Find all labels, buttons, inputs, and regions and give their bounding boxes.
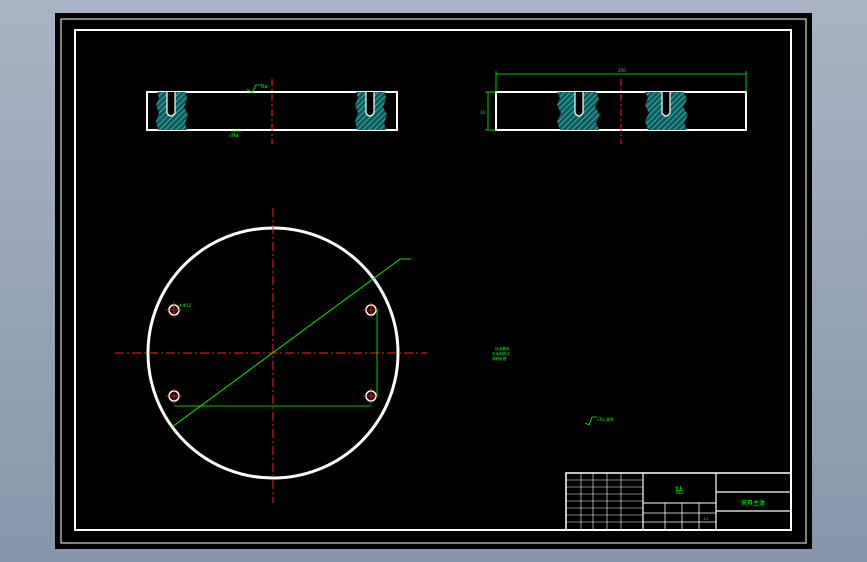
dimension-side-text: 16	[480, 110, 486, 115]
note-title: 技术要求	[495, 346, 510, 351]
title-block: 钻 夹具主体 1:1	[565, 472, 792, 531]
front-slot-right	[365, 92, 375, 117]
note-line-2: 去毛刺锐边	[492, 351, 510, 356]
plan-view: 4-Φ12	[115, 208, 427, 503]
roughness-symbol-other	[584, 416, 597, 426]
hole-callout-text: 4-Φ12	[179, 303, 192, 308]
front-slot-left	[166, 92, 176, 117]
side-slot-right	[661, 92, 671, 117]
surface-mark-1: Ra	[261, 84, 267, 90]
surface-mark-2: √Ra	[229, 133, 239, 139]
part-name-text: 钻	[675, 485, 683, 495]
side-view: 250 16	[480, 68, 747, 144]
front-view: Ra √Ra	[146, 79, 398, 144]
side-slot-left	[574, 92, 584, 117]
cad-drawing: Ra √Ra 250 16 4-Φ12 技术要求 去毛刺锐边 调质处理 √Ra …	[60, 18, 807, 544]
technical-notes: 技术要求 去毛刺锐边 调质处理	[492, 346, 510, 361]
drawing-name-text: 夹具主体	[741, 499, 765, 507]
cad-viewport[interactable]: Ra √Ra 250 16 4-Φ12 技术要求 去毛刺锐边 调质处理 √Ra …	[55, 13, 812, 549]
scale-text: 1:1	[703, 517, 709, 521]
diameter-leader	[171, 258, 401, 428]
hole-bottom-left	[166, 388, 182, 404]
dimension-top-text: 250	[618, 68, 626, 73]
note-line-3: 调质处理	[492, 356, 507, 361]
roughness-other-text: √Ra 其余	[597, 416, 614, 422]
